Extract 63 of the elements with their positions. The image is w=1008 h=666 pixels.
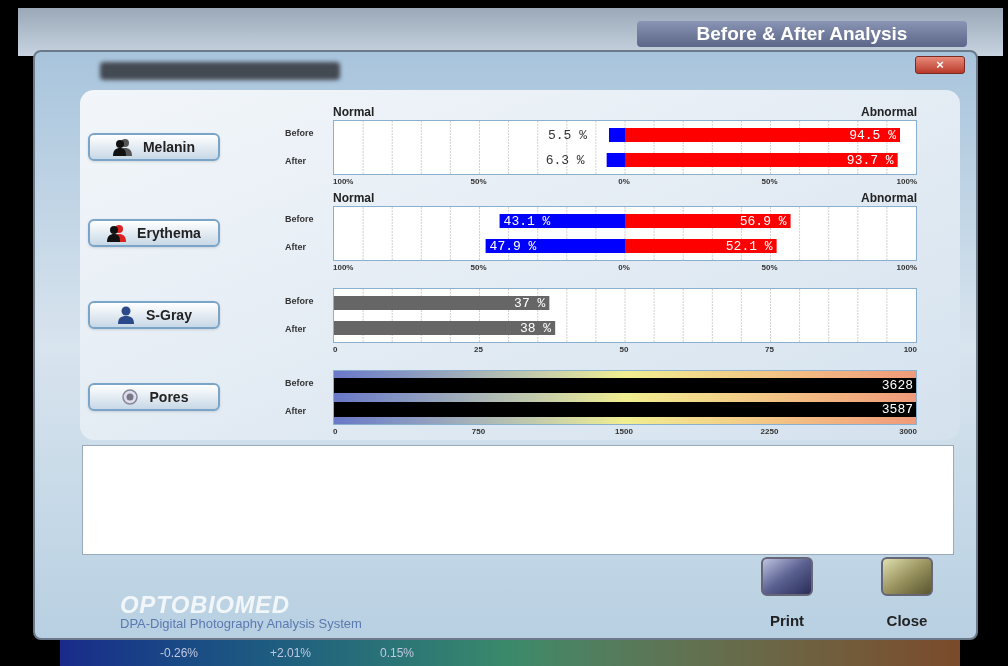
axis-tick-label: 50% [761, 264, 778, 272]
axis-tick-label: 50% [761, 178, 778, 186]
row-label: After [285, 240, 307, 254]
product-name: DPA-Digital Photography Analysis System [120, 615, 362, 633]
background-value: +2.01% [270, 645, 313, 662]
reading-bar: 3628 [334, 378, 916, 394]
side-heading: Abnormal [861, 192, 917, 204]
analysis-button[interactable]: Melanin [88, 133, 220, 161]
value-label: 56.9 % [739, 214, 787, 229]
axis-tick-label: 0 [333, 428, 338, 436]
row-label: After [285, 404, 307, 418]
footer-button[interactable]: Close [875, 557, 939, 632]
analysis-button[interactable]: Pores [88, 383, 220, 411]
value-label: 93.7 % [846, 153, 894, 168]
analysis-button[interactable]: S-Gray [88, 301, 220, 329]
axis-tick-label: 100% [896, 264, 917, 272]
side-heading: Normal [333, 106, 375, 118]
axis-tick-label: 100 [903, 346, 917, 354]
axis-tick-label: 1500 [615, 428, 633, 436]
close-button[interactable]: × [915, 56, 965, 74]
value-label: 43.1 % [503, 214, 551, 229]
axis-tick-label: 2250 [760, 428, 779, 436]
row-label: Before [285, 127, 315, 140]
axis-tick-label: 25 [474, 346, 483, 354]
two-people-icon [107, 224, 128, 242]
axis-tick-label: 50 [619, 346, 629, 354]
circle-icon [119, 388, 140, 406]
notes-field[interactable] [82, 445, 954, 555]
axis-tick-label: 3000 [899, 428, 917, 436]
row-label: Before [285, 213, 315, 226]
axis-tick-label: 75 [765, 346, 774, 354]
footer-button[interactable]: Print [755, 557, 819, 632]
value-label: 37 % [514, 296, 546, 311]
row-label: After [285, 154, 307, 168]
value-label: 52.1 % [725, 239, 773, 254]
axis-tick-label: 50% [470, 178, 487, 186]
value-label: 38 % [519, 321, 552, 336]
button-square-icon [881, 557, 933, 596]
side-heading: Abnormal [861, 106, 917, 118]
axis-tick-label: 0 [333, 346, 338, 354]
row-label: After [285, 322, 307, 336]
axis-tick-label: 100% [896, 178, 917, 186]
value-label: 94.5 % [849, 128, 896, 143]
axis-tick-label: 0% [618, 178, 630, 186]
side-heading: Normal [333, 192, 375, 204]
row-label: Before [285, 295, 315, 308]
value-label: 5.5 % [548, 128, 587, 143]
person-icon [116, 306, 137, 324]
background-value: 0.15% [380, 645, 416, 662]
analysis-button[interactable]: Erythema [88, 219, 220, 247]
axis-tick-label: 50% [470, 264, 487, 272]
row-label: Before [285, 377, 315, 390]
header-title: Before & After Analysis [637, 21, 967, 47]
value-label: 47.9 % [489, 239, 537, 254]
axis-tick-label: 100% [333, 178, 354, 186]
axis-tick-label: 0% [618, 264, 630, 272]
reading-bar: 3587 [334, 401, 916, 417]
value-label: 6.3 % [545, 153, 585, 168]
axis-tick-label: 750 [471, 428, 486, 436]
two-people-icon [112, 138, 133, 156]
background-value: -0.26% [160, 645, 200, 662]
axis-tick-label: 100% [333, 264, 354, 272]
button-square-icon [761, 557, 813, 596]
